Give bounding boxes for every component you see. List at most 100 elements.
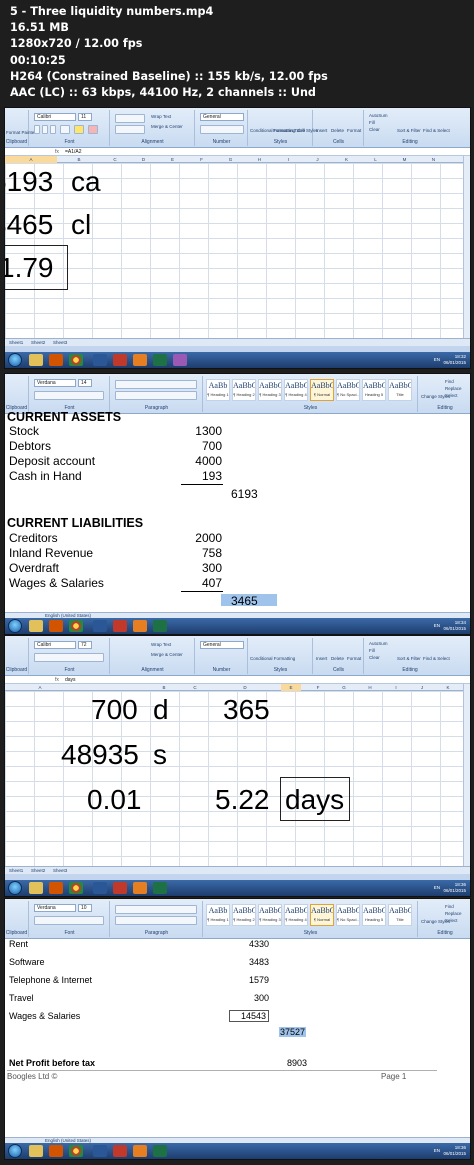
column-d-header[interactable]: D xyxy=(129,156,158,163)
app-icon[interactable] xyxy=(113,354,127,366)
chrome-icon[interactable] xyxy=(69,882,83,894)
app-icon[interactable] xyxy=(113,882,127,894)
column-k-header[interactable]: K xyxy=(332,156,361,163)
find-select-button[interactable]: Find & Select xyxy=(423,656,450,661)
excel-icon[interactable] xyxy=(153,620,167,632)
cell-a3[interactable]: 1.79 xyxy=(5,254,54,282)
column-c-header[interactable]: C xyxy=(101,156,129,163)
clear-button[interactable]: Clear xyxy=(369,655,380,660)
find-button[interactable]: Find xyxy=(445,904,454,909)
style-heading-5[interactable]: AaBbCcIHeading 5 xyxy=(362,904,386,926)
sheet-tab-3[interactable]: Sheet3 xyxy=(53,340,67,345)
start-button[interactable] xyxy=(8,1144,22,1158)
column-a-header[interactable]: A xyxy=(5,684,75,691)
underline-button[interactable] xyxy=(50,125,56,134)
excel-icon[interactable] xyxy=(153,354,167,366)
tray-language[interactable]: EN xyxy=(434,1148,440,1153)
horizontal-align-buttons[interactable] xyxy=(115,125,145,134)
column-e-header[interactable]: E xyxy=(158,156,187,163)
merge-center-button[interactable]: Merge & Center xyxy=(151,124,183,129)
style-normal[interactable]: AaBbCcI¶ Normal xyxy=(310,904,334,926)
explorer-icon[interactable] xyxy=(29,1145,43,1157)
cell-b1[interactable]: d xyxy=(153,696,169,724)
fill-button[interactable]: Fill xyxy=(369,648,375,653)
chrome-icon[interactable] xyxy=(69,354,83,366)
app-icon-3[interactable] xyxy=(173,354,187,366)
column-f-header[interactable]: F xyxy=(305,684,331,691)
sheet-tab-2[interactable]: Sheet2 xyxy=(31,340,45,345)
word-icon[interactable] xyxy=(93,354,107,366)
merge-center-button[interactable]: Merge & Center xyxy=(151,652,183,657)
conditional-formatting-button[interactable]: Conditional Formatting xyxy=(250,128,295,133)
format-button[interactable]: Format xyxy=(347,656,361,661)
document-page[interactable] xyxy=(5,939,470,1134)
sheet-tab-1[interactable]: Sheet1 xyxy=(9,868,23,873)
chrome-icon[interactable] xyxy=(69,620,83,632)
tray-language[interactable]: EN xyxy=(434,623,440,628)
style-title[interactable]: AaBbC Title xyxy=(388,379,412,401)
autosum-button[interactable]: AutoSum xyxy=(369,113,388,118)
font-format-buttons[interactable] xyxy=(34,653,104,662)
style-no-spacing[interactable]: AaBbCcI¶ No Spaci... xyxy=(336,904,360,926)
insert-button[interactable]: Insert xyxy=(316,656,327,661)
select-button[interactable]: Select xyxy=(445,393,458,398)
column-k-header[interactable]: K xyxy=(435,684,461,691)
formula-bar[interactable]: fx days xyxy=(5,676,470,684)
align-buttons[interactable] xyxy=(115,916,197,925)
column-b-header[interactable]: B xyxy=(150,684,178,691)
excel-icon[interactable] xyxy=(153,882,167,894)
explorer-icon[interactable] xyxy=(29,882,43,894)
number-format-box[interactable]: General xyxy=(200,113,244,121)
replace-button[interactable]: Replace xyxy=(445,386,462,391)
media-player-icon[interactable] xyxy=(49,1145,63,1157)
cell-a1[interactable]: 700 xyxy=(91,696,138,724)
word-icon[interactable] xyxy=(93,620,107,632)
replace-button[interactable]: Replace xyxy=(445,911,462,916)
style-heading-5[interactable]: AaBbCcIHeading 5 xyxy=(362,379,386,401)
tray-language[interactable]: EN xyxy=(434,357,440,362)
taskbar-clock[interactable]: 18:36 06/01/2015 xyxy=(443,882,466,893)
media-player-icon[interactable] xyxy=(49,882,63,894)
font-color-button[interactable] xyxy=(88,125,98,134)
vertical-scrollbar[interactable] xyxy=(463,156,470,350)
insert-button[interactable]: Insert xyxy=(316,128,327,133)
delete-button[interactable]: Delete xyxy=(331,128,344,133)
chrome-icon[interactable] xyxy=(69,1145,83,1157)
sheet-tab-2[interactable]: Sheet2 xyxy=(31,868,45,873)
style-heading-3[interactable]: AaBbCcI¶ Heading 3 xyxy=(258,379,282,401)
vertical-scrollbar[interactable] xyxy=(463,684,470,878)
fill-button[interactable]: Fill xyxy=(369,120,375,125)
italic-button[interactable] xyxy=(42,125,48,134)
style-title[interactable]: AaBbC Title xyxy=(388,904,412,926)
select-button[interactable]: Select xyxy=(445,918,458,923)
borders-button[interactable] xyxy=(60,125,70,134)
sheet-tab-1[interactable]: Sheet1 xyxy=(9,340,23,345)
tray-language[interactable]: EN xyxy=(434,885,440,890)
style-no-spacing[interactable]: AaBbCcI¶ No Spaci... xyxy=(336,379,360,401)
cell-a2[interactable]: 48935 xyxy=(61,741,139,769)
column-e-header[interactable]: E xyxy=(281,684,301,691)
autosum-button[interactable]: AutoSum xyxy=(369,641,388,646)
column-b-header[interactable]: B xyxy=(57,156,101,163)
find-select-button[interactable]: Find & Select xyxy=(423,128,450,133)
app-icon[interactable] xyxy=(113,1145,127,1157)
cell-b2[interactable]: cl xyxy=(71,211,91,239)
style-heading-1[interactable]: AaBb ¶ Heading 1 xyxy=(206,379,230,401)
column-i-header[interactable]: I xyxy=(274,156,303,163)
font-name-box[interactable]: Verdana xyxy=(34,379,76,387)
font-format-buttons[interactable] xyxy=(34,391,104,400)
app-icon-2[interactable] xyxy=(133,620,147,632)
taskbar-clock[interactable]: 18:34 06/01/2015 xyxy=(443,620,466,631)
sort-filter-button[interactable]: Sort & Filter xyxy=(397,128,421,133)
media-player-icon[interactable] xyxy=(49,354,63,366)
column-g-header[interactable]: G xyxy=(331,684,357,691)
wrap-text-button[interactable]: Wrap Text xyxy=(151,642,171,647)
column-n-header[interactable]: N xyxy=(419,156,448,163)
column-j-header[interactable]: J xyxy=(303,156,332,163)
column-l-header[interactable]: L xyxy=(361,156,390,163)
font-size-box[interactable]: 14 xyxy=(78,379,92,387)
style-heading-3[interactable]: AaBbCcI¶ Heading 3 xyxy=(258,904,282,926)
app-icon[interactable] xyxy=(113,620,127,632)
formula-value[interactable]: =A1/A2 xyxy=(65,148,82,156)
cell-d3[interactable]: 5.22 xyxy=(215,786,270,814)
